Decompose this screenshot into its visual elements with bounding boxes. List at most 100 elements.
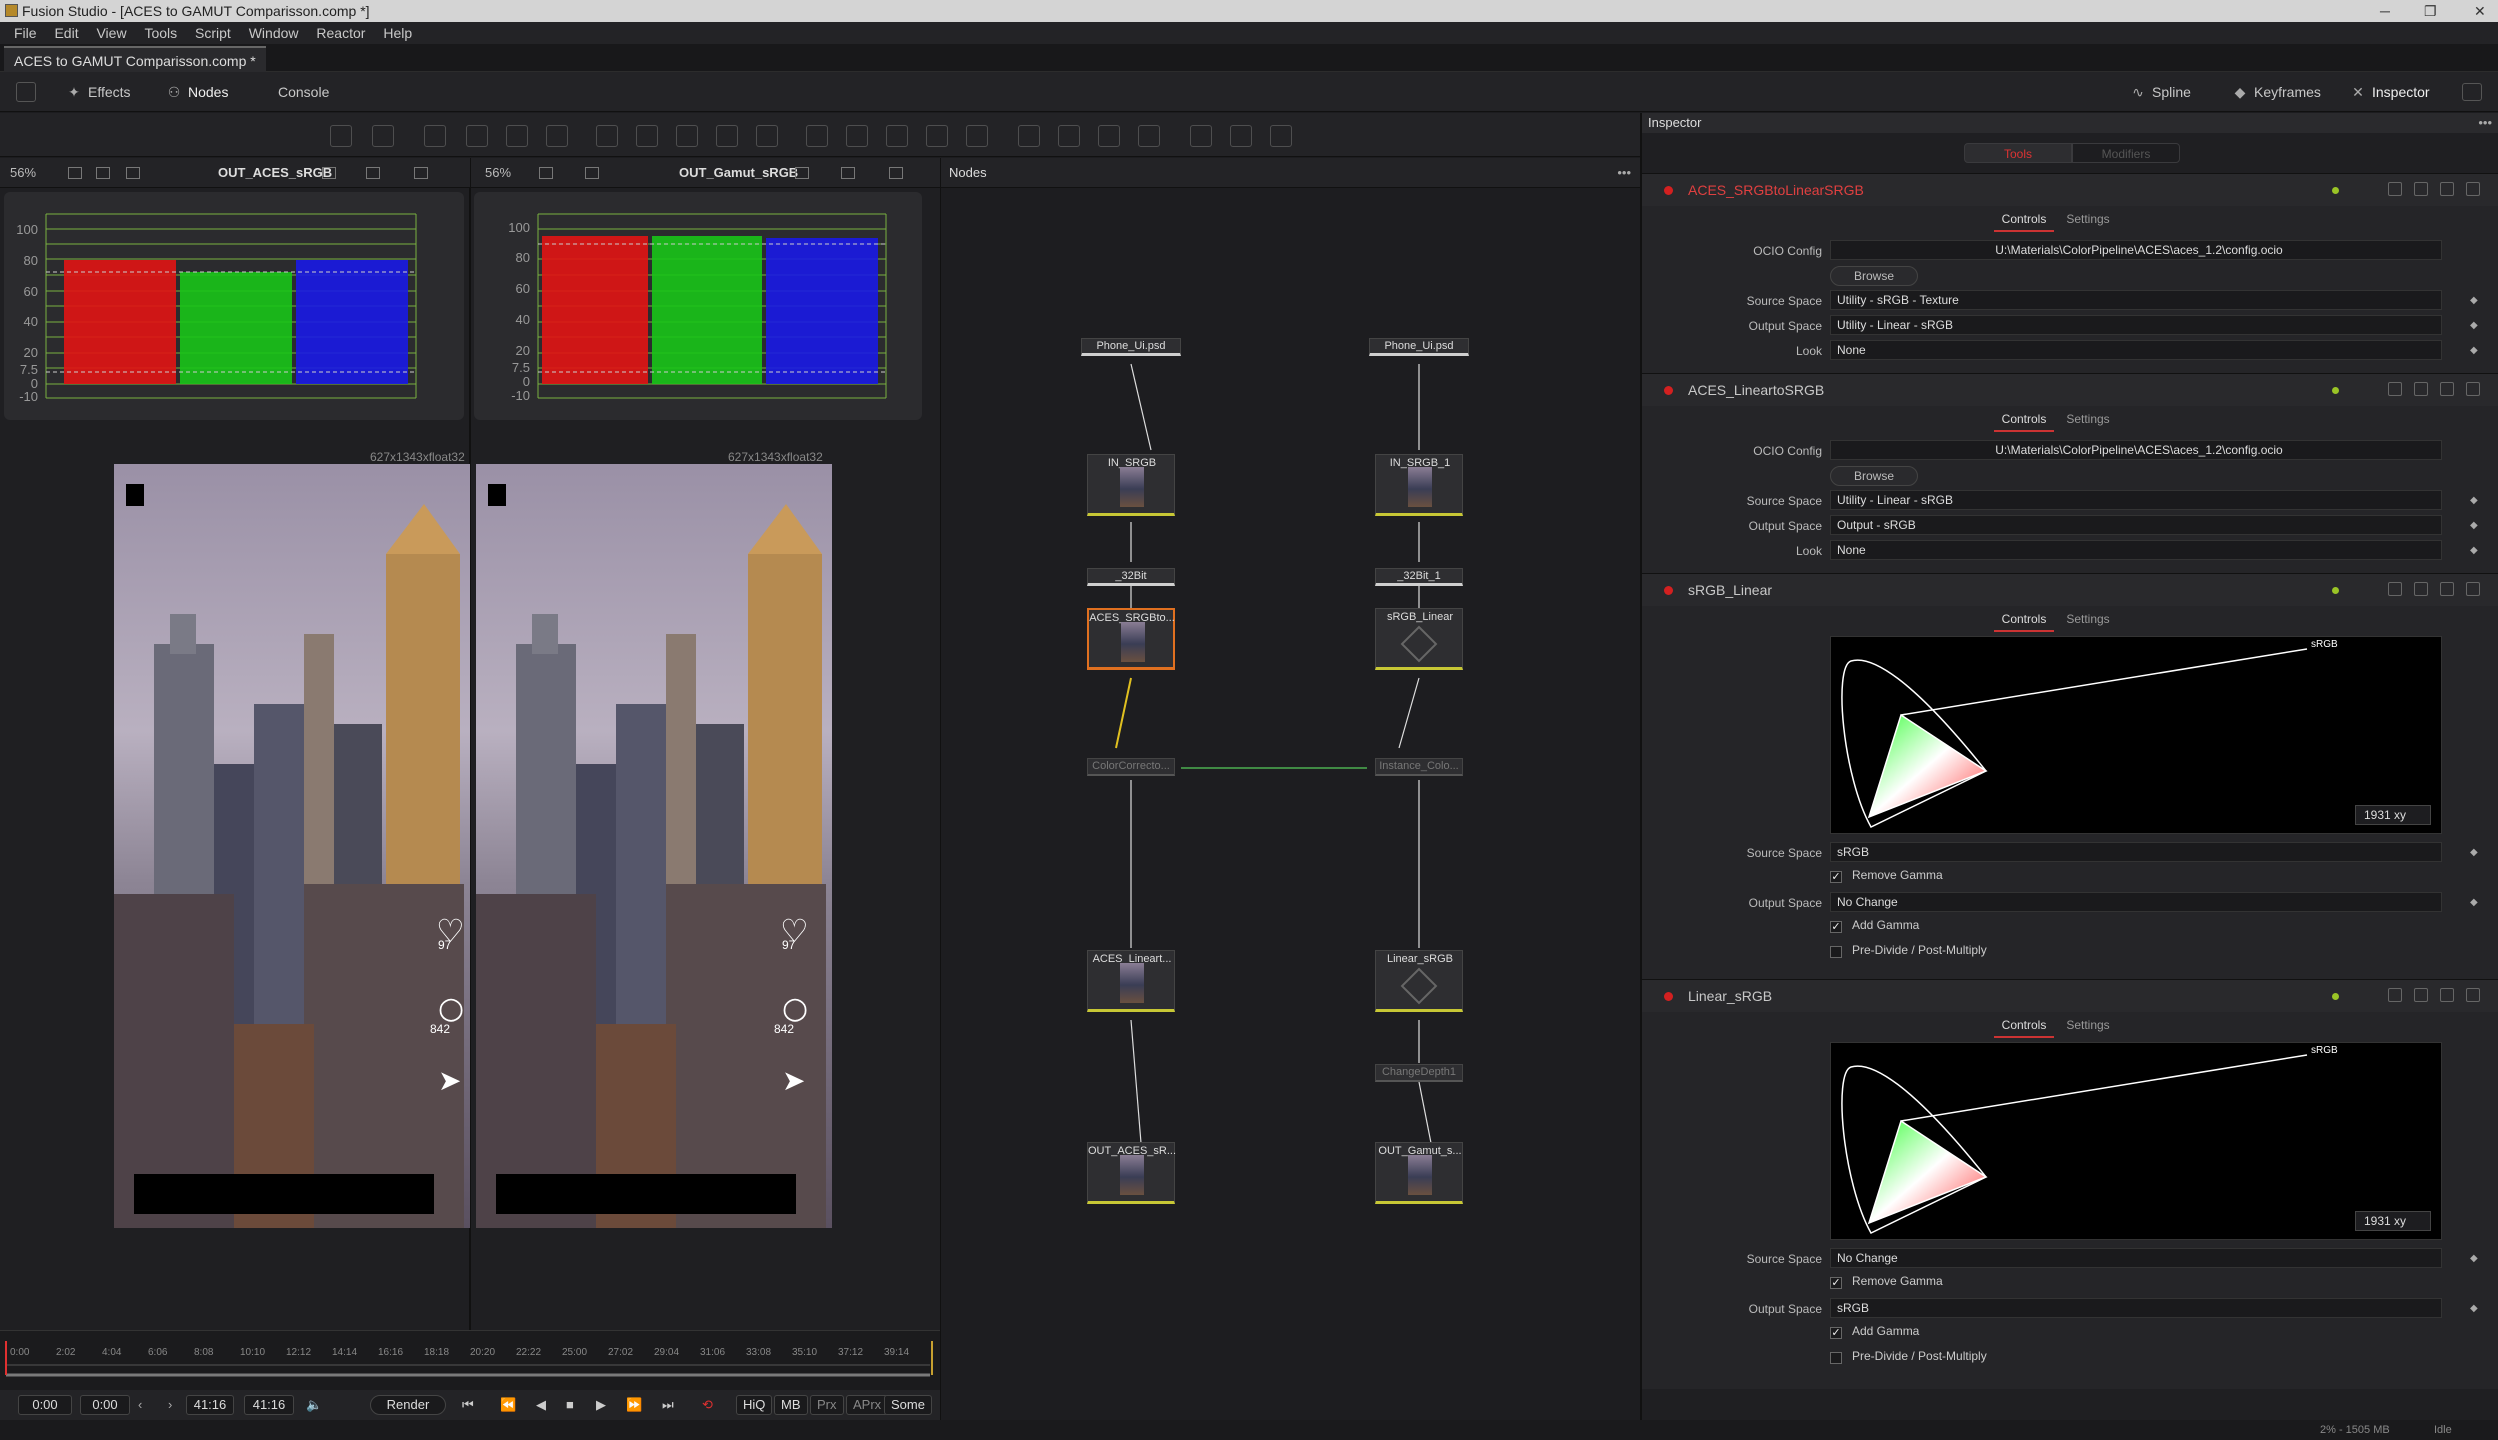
lock-icon[interactable] bbox=[2440, 582, 2454, 596]
metadata-button[interactable] bbox=[2462, 83, 2482, 101]
section-header[interactable]: Linear_sRGB bbox=[1642, 980, 2498, 1012]
tool-merge-icon[interactable] bbox=[806, 125, 828, 147]
section-header[interactable]: ACES_SRGBtoLinearSRGB bbox=[1642, 174, 2498, 206]
play-reverse-icon[interactable]: ◀ bbox=[536, 1390, 546, 1420]
keyframe-diamond-icon[interactable]: ◆ bbox=[2470, 892, 2478, 914]
menu-file[interactable]: File bbox=[14, 25, 37, 41]
settings-tab[interactable]: Settings bbox=[2058, 408, 2118, 430]
remove-gamma-checkbox[interactable]: ✓ bbox=[1830, 871, 1842, 883]
tool-image-icon[interactable] bbox=[466, 125, 488, 147]
step-back-icon[interactable]: ‹ bbox=[138, 1390, 142, 1420]
viewer-left-grid-icon[interactable] bbox=[414, 167, 428, 179]
viewer-right-lut-icon[interactable] bbox=[841, 167, 855, 179]
prx-button[interactable]: Prx bbox=[810, 1395, 844, 1415]
node-32bit-1[interactable]: _32Bit_1 bbox=[1375, 568, 1463, 586]
keyframe-diamond-icon[interactable]: ◆ bbox=[2470, 290, 2478, 312]
node-32bit[interactable]: _32Bit bbox=[1087, 568, 1175, 586]
viewer-left-node-name[interactable]: OUT_ACES_sRGB bbox=[218, 158, 332, 188]
output-space-select[interactable]: No Change bbox=[1830, 892, 2442, 912]
section-header[interactable]: ACES_LineartoSRGB bbox=[1642, 374, 2498, 406]
settings-tab[interactable]: Settings bbox=[2058, 1014, 2118, 1036]
start-time-field[interactable]: 0:00 bbox=[18, 1395, 72, 1415]
tool-text-icon[interactable] bbox=[506, 125, 528, 147]
menu-reactor[interactable]: Reactor bbox=[316, 25, 365, 41]
add-gamma-checkbox[interactable]: ✓ bbox=[1830, 921, 1842, 933]
close-button[interactable]: ✕ bbox=[2474, 0, 2486, 22]
controls-tab[interactable]: Controls bbox=[1994, 208, 2054, 232]
section-header[interactable]: sRGB_Linear bbox=[1642, 574, 2498, 606]
settings-tab[interactable]: Settings bbox=[2058, 208, 2118, 230]
menu-window[interactable]: Window bbox=[249, 25, 299, 41]
keyframe-diamond-icon[interactable]: ◆ bbox=[2470, 315, 2478, 337]
source-space-select[interactable]: sRGB bbox=[1830, 842, 2442, 862]
source-space-select[interactable]: Utility - Linear - sRGB bbox=[1830, 490, 2442, 510]
node-color-corrector[interactable]: ColorCorrecto... bbox=[1087, 758, 1175, 776]
controls-tab[interactable]: Controls bbox=[1994, 1014, 2054, 1038]
remove-gamma-checkbox[interactable]: ✓ bbox=[1830, 1277, 1842, 1289]
source-space-select[interactable]: No Change bbox=[1830, 1248, 2442, 1268]
inspector-button[interactable]: ✕ Inspector bbox=[2350, 80, 2429, 104]
enable-dot-icon[interactable] bbox=[1664, 386, 1673, 395]
color-dot-icon[interactable] bbox=[2332, 187, 2339, 194]
viewer-left-image[interactable]: ♡ ○ ➤ 97 842 bbox=[114, 464, 470, 1228]
play-icon[interactable]: ▶ bbox=[596, 1390, 606, 1420]
go-to-start-icon[interactable]: ⏮ bbox=[462, 1390, 474, 1420]
viewer-left-option-icon[interactable] bbox=[96, 167, 110, 179]
tool-loader-icon[interactable] bbox=[330, 125, 352, 147]
version-icon[interactable] bbox=[2388, 182, 2402, 196]
play-reverse-fast-icon[interactable]: ⏪ bbox=[500, 1390, 516, 1420]
minimize-button[interactable]: ─ bbox=[2380, 0, 2390, 22]
ocio-config-field[interactable]: U:\Materials\ColorPipeline\ACES\aces_1.2… bbox=[1830, 440, 2442, 460]
version-icon[interactable] bbox=[2388, 382, 2402, 396]
node-srgb-linear[interactable]: sRGB_Linear bbox=[1375, 608, 1463, 670]
ocio-config-field[interactable]: U:\Materials\ColorPipeline\ACES\aces_1.2… bbox=[1830, 240, 2442, 260]
console-button[interactable]: Console bbox=[278, 80, 329, 104]
color-dot-icon[interactable] bbox=[2332, 587, 2339, 594]
node-aces-srgb-to-linear[interactable]: ACES_SRGBto... bbox=[1087, 608, 1175, 670]
tool-crop-icon[interactable] bbox=[966, 125, 988, 147]
add-gamma-checkbox[interactable]: ✓ bbox=[1830, 1327, 1842, 1339]
keyframes-button[interactable]: ◆ Keyframes bbox=[2232, 80, 2321, 104]
tool-ellipse-icon[interactable] bbox=[1058, 125, 1080, 147]
viewer-right-node-name[interactable]: OUT_Gamut_sRGB bbox=[679, 158, 798, 188]
pin-icon[interactable] bbox=[2414, 382, 2428, 396]
enable-dot-icon[interactable] bbox=[1664, 586, 1673, 595]
global-end-field[interactable]: 41:16 bbox=[244, 1395, 294, 1415]
viewer-right-option-icon[interactable] bbox=[585, 167, 599, 179]
diagram-type-select[interactable]: 1931 xy bbox=[2355, 1211, 2431, 1231]
chromaticity-diagram[interactable]: sRGB 1931 xy bbox=[1830, 1042, 2442, 1240]
node-change-depth[interactable]: ChangeDepth1 bbox=[1375, 1064, 1463, 1082]
reset-icon[interactable] bbox=[2466, 182, 2480, 196]
tool-planar-icon[interactable] bbox=[1230, 125, 1252, 147]
browse-button[interactable]: Browse bbox=[1830, 266, 1918, 286]
spline-button[interactable]: ∿ Spline bbox=[2130, 80, 2191, 104]
viewer-right-option-icon[interactable] bbox=[539, 167, 553, 179]
maximize-button[interactable]: ❐ bbox=[2424, 0, 2437, 22]
node-in-srgb-1[interactable]: IN_SRGB_1 bbox=[1375, 454, 1463, 516]
viewer-right-zoom[interactable]: 56% bbox=[485, 158, 511, 188]
tool-polygon-icon[interactable] bbox=[1098, 125, 1120, 147]
tool-camera-tracker-icon[interactable] bbox=[1270, 125, 1292, 147]
tool-transform-icon[interactable] bbox=[886, 125, 908, 147]
node-aces-linear-to-srgb[interactable]: ACES_Lineart... bbox=[1087, 950, 1175, 1012]
controls-tab[interactable]: Controls bbox=[1994, 408, 2054, 432]
premultiply-checkbox[interactable] bbox=[1830, 1352, 1842, 1364]
reset-icon[interactable] bbox=[2466, 988, 2480, 1002]
node-phone-ui-right[interactable]: Phone_Ui.psd bbox=[1369, 338, 1469, 356]
mb-button[interactable]: MB bbox=[774, 1395, 808, 1415]
keyframe-diamond-icon[interactable]: ◆ bbox=[2470, 515, 2478, 537]
tool-rectangle-icon[interactable] bbox=[1018, 125, 1040, 147]
hiq-button[interactable]: HiQ bbox=[736, 1395, 773, 1415]
nodes-button[interactable]: ⚇ Nodes bbox=[166, 80, 229, 104]
diagram-type-select[interactable]: 1931 xy bbox=[2355, 805, 2431, 825]
viewer-left-option-icon[interactable] bbox=[126, 167, 140, 179]
pin-icon[interactable] bbox=[2414, 988, 2428, 1002]
audio-icon[interactable]: 🔈 bbox=[306, 1390, 322, 1420]
tool-resize-icon[interactable] bbox=[926, 125, 948, 147]
viewer-right-grid-icon[interactable] bbox=[889, 167, 903, 179]
viewer-left-lut-icon[interactable] bbox=[366, 167, 380, 179]
color-dot-icon[interactable] bbox=[2332, 387, 2339, 394]
menu-edit[interactable]: Edit bbox=[54, 25, 78, 41]
menu-help[interactable]: Help bbox=[383, 25, 412, 41]
enable-dot-icon[interactable] bbox=[1664, 992, 1673, 1001]
